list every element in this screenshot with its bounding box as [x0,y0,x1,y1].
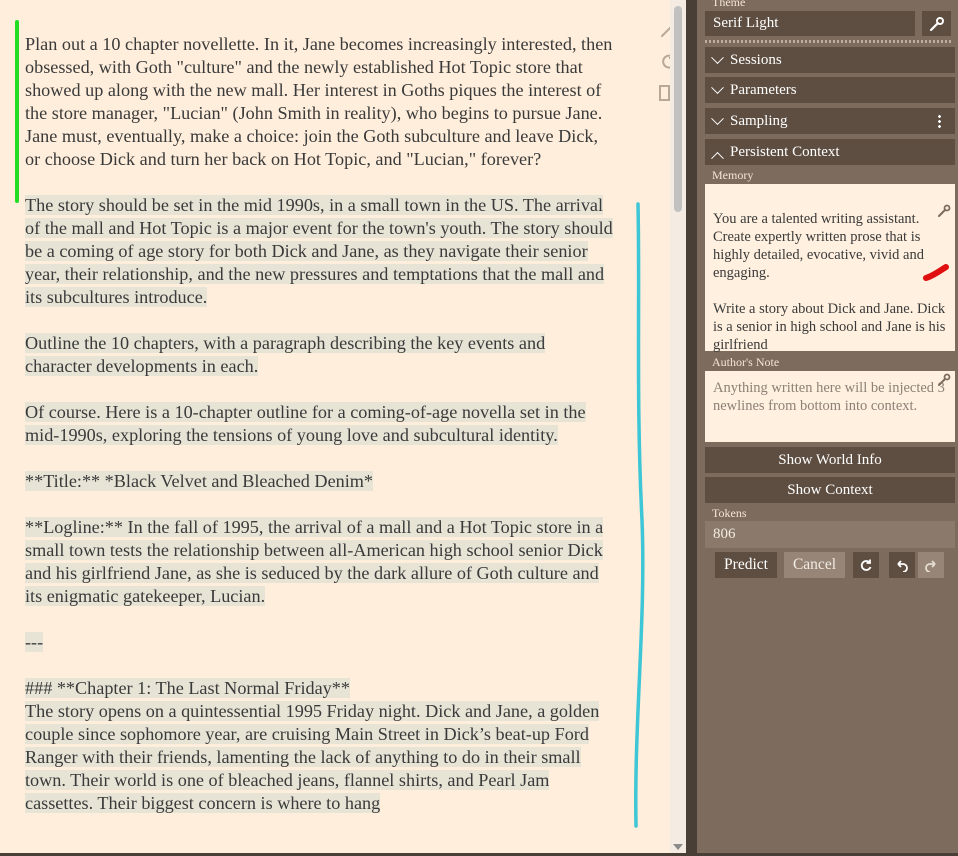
paragraph-text: The story should be set in the mid 1990s… [25,195,613,307]
chevron-up-icon [711,151,724,165]
show-context-button[interactable]: Show Context [705,477,955,503]
paragraph: Of course. Here is a 10-chapter outline … [25,401,615,447]
paragraph: ### **Chapter 1: The Last Normal Friday*… [25,677,615,815]
undo-button[interactable] [889,552,915,578]
chevron-down-icon [711,50,724,64]
paragraph: The story should be set in the mid 1990s… [25,194,615,309]
authors-note-placeholder: Anything written here will be injected 3… [713,380,945,414]
redo-button[interactable] [918,552,944,578]
scroll-down-arrow-icon[interactable] [673,844,683,850]
prompt-marker [15,20,19,203]
memory-text: You are a talented writing assistant. Cr… [713,211,946,353]
tokens-label: Tokens [712,506,747,520]
chevron-down-icon [711,80,724,94]
section-label: Sessions [730,52,782,68]
annotation-marker [634,202,645,828]
wrench-icon[interactable] [937,373,951,392]
paragraph: **Title:** *Black Velvet and Bleached De… [25,470,615,493]
theme-label: Theme [712,0,746,9]
authors-note-label: Author's Note [712,355,780,369]
section-sessions[interactable]: Sessions [705,47,955,73]
editor-scrollbar[interactable] [670,0,686,856]
retry-icon [860,559,872,571]
section-sampling[interactable]: Sampling [705,108,955,134]
settings-panel: Theme Serif Light Sessions Parameters Sa… [697,0,958,856]
scrollbar-thumb[interactable] [674,6,682,212]
wrench-icon[interactable] [937,186,951,223]
redo-icon [925,560,936,572]
chevron-down-icon [711,111,724,125]
cancel-button[interactable]: Cancel [784,552,845,578]
theme-settings-button[interactable] [922,11,951,36]
show-world-info-button[interactable]: Show World Info [705,447,955,473]
book-icon[interactable] [656,80,670,106]
more-options-icon[interactable] [938,114,941,128]
panel-divider[interactable] [686,0,697,856]
section-label: Persistent Context [730,144,840,160]
paragraph-text: Of course. Here is a 10-chapter outline … [25,402,586,445]
memory-textarea[interactable]: You are a talented writing assistant. Cr… [705,184,955,353]
brush-icon[interactable] [656,16,670,42]
paragraph-text: ### **Chapter 1: The Last Normal Friday*… [25,678,600,813]
paragraph: Outline the 10 chapters, with a paragrap… [25,332,615,378]
memory-label: Memory [712,168,754,182]
section-parameters[interactable]: Parameters [705,77,955,103]
text-editor[interactable]: Plan out a 10 chapter novellette. In it,… [0,0,670,856]
document[interactable]: Plan out a 10 chapter novellette. In it,… [25,33,615,815]
theme-select[interactable]: Serif Light [705,11,915,36]
refresh-icon[interactable] [656,48,670,74]
wrench-icon [929,16,944,31]
generated-text: The story should be set in the mid 1990s… [25,194,615,815]
prompt-paragraph: Plan out a 10 chapter novellette. In it,… [25,34,613,169]
undo-icon [897,560,908,572]
retry-button[interactable] [853,552,879,578]
paragraph-text: **Title:** *Black Velvet and Bleached De… [25,471,374,491]
paragraph: **Logline:** In the fall of 1995, the ar… [25,516,615,608]
red-marker-stroke [923,264,949,281]
section-label: Parameters [730,82,797,98]
paragraph-text: **Logline:** In the fall of 1995, the ar… [25,517,604,606]
separator [705,40,953,43]
paragraph: --- [25,631,615,654]
predict-button[interactable]: Predict [715,552,777,578]
section-persistent-context[interactable]: Persistent Context [705,139,955,165]
tokens-count: 806 [705,521,955,548]
paragraph-text: --- [25,632,44,652]
editor-tools [656,16,670,112]
authors-note-textarea[interactable]: Anything written here will be injected 3… [705,371,955,442]
section-label: Sampling [730,113,788,129]
paragraph-text: Outline the 10 chapters, with a paragrap… [25,333,546,376]
